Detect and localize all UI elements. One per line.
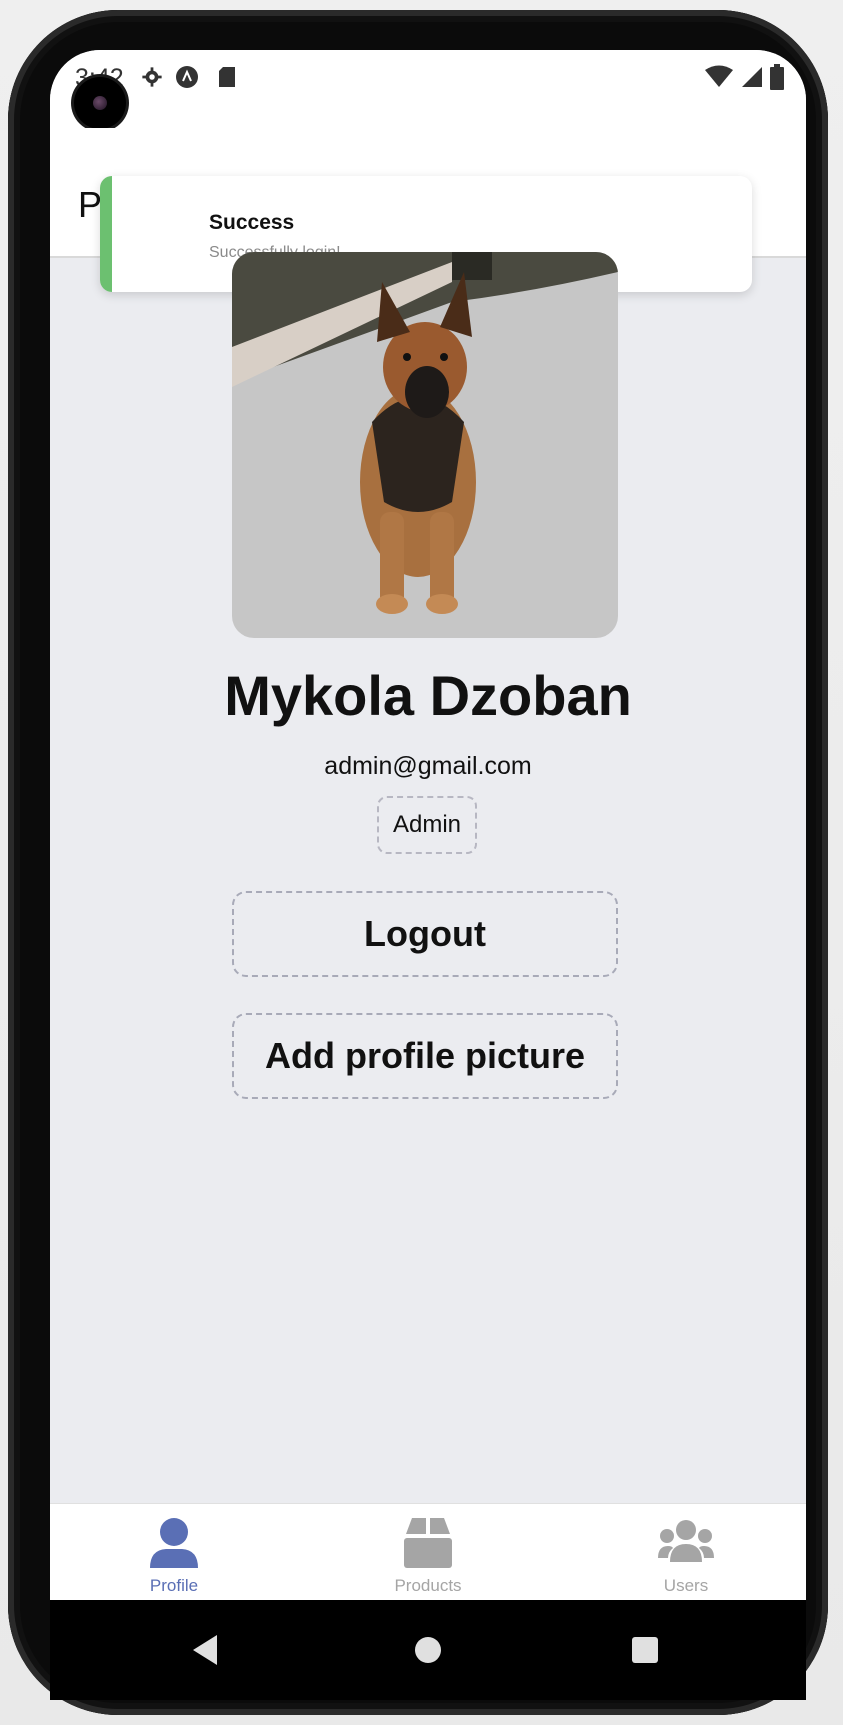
front-camera [74,77,126,129]
profile-name: Mykola Dzoban [224,664,632,727]
profile-photo [232,252,618,638]
tab-products-label: Products [394,1576,462,1595]
app-badge-icon [175,65,199,89]
tab-users[interactable]: Users [606,1504,766,1600]
recents-icon[interactable] [625,1630,665,1670]
box-icon [404,1518,452,1568]
android-nav-bar [50,1600,806,1700]
tab-users-label: Users [663,1576,709,1595]
add-profile-picture-button[interactable]: Add profile picture [232,1013,618,1099]
profile-email: admin@gmail.com [324,752,532,780]
dog-photo-icon [232,252,618,638]
app-screen: 3:42 P [50,50,806,1600]
tab-products[interactable]: Products [348,1504,508,1600]
status-bar: 3:42 [50,50,806,128]
page-title: P [78,184,103,225]
back-icon[interactable] [185,1630,225,1670]
tab-profile-label: Profile [149,1576,199,1595]
role-badge: Admin [377,796,477,854]
battery-icon [770,64,784,95]
logout-button[interactable]: Logout [232,891,618,977]
bottom-tab-bar: Profile Products Users [50,1503,806,1600]
page: 3:42 P [0,0,843,1725]
gear-icon [140,65,164,89]
signal-icon [740,65,764,94]
toast-title: Success [209,211,295,234]
tab-profile[interactable]: Profile [94,1504,254,1600]
status-right-icons [704,64,784,95]
users-icon [658,1520,714,1562]
toast-accent-bar [100,176,112,292]
home-icon[interactable] [408,1630,448,1670]
sd-card-icon [215,65,239,89]
wifi-icon [704,65,734,94]
user-icon [150,1518,198,1568]
